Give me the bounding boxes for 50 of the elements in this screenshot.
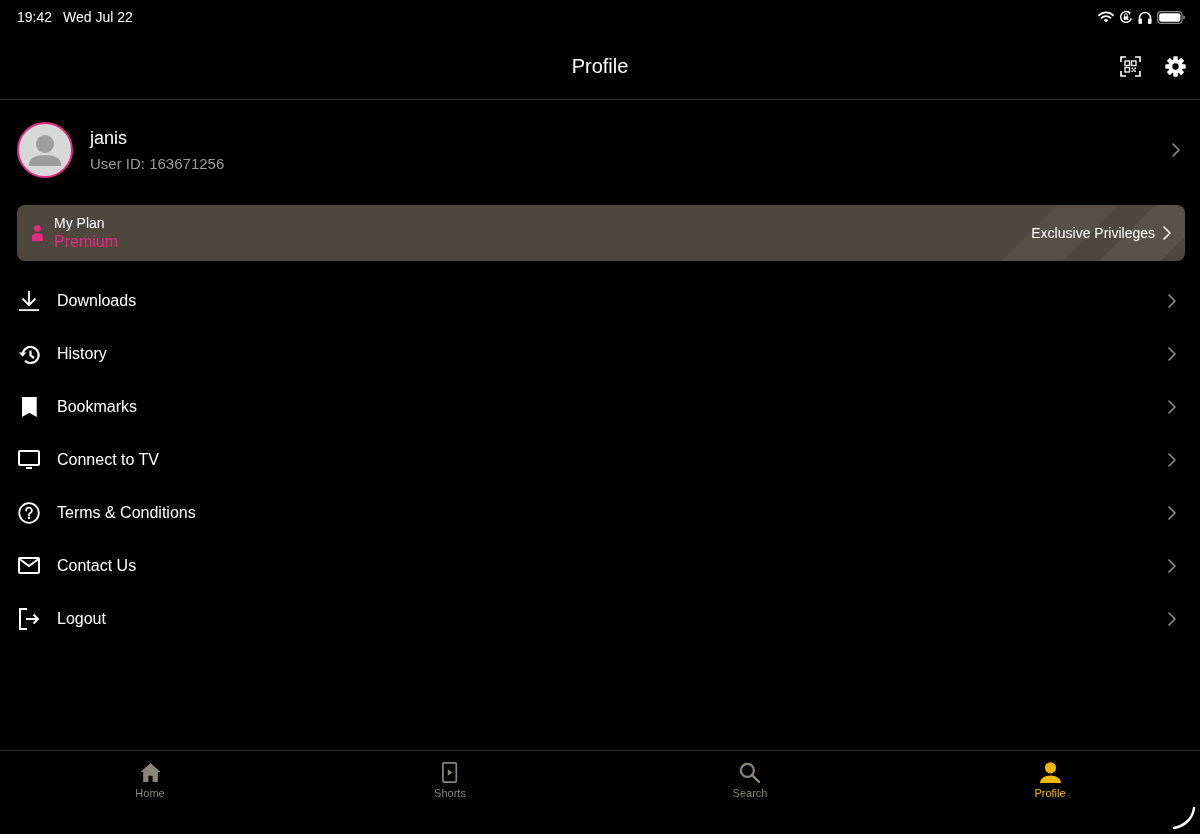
headphones-icon [1138,10,1152,24]
chevron-icon [1168,611,1176,626]
search-icon [739,761,761,783]
menu-item[interactable]: Logout [0,592,1200,645]
tab[interactable]: Shorts [430,751,470,802]
wifi-icon [1098,11,1114,23]
status-time: 19:42 [17,9,53,25]
qr-code-icon [1120,56,1141,77]
tab[interactable]: Home [131,751,169,802]
chevron-icon [1172,143,1180,157]
chevron-icon [1168,558,1176,573]
bookmark-icon [20,395,38,418]
status-date: Wed Jul 22 [63,9,133,25]
plan-card[interactable]: My Plan Premium Exclusive Privileges [17,205,1185,261]
menu-item[interactable]: Bookmarks [0,380,1200,433]
menu-item[interactable]: Terms & Conditions [0,486,1200,539]
user-name: janis [90,128,129,149]
logout-icon [18,607,40,630]
chevron-icon [1168,293,1176,308]
tab[interactable]: Search [728,751,772,802]
plan-name: Premium [54,233,118,251]
battery-icon [1157,10,1185,24]
user-id: User ID: 163671256 [90,155,226,172]
tv-icon [18,450,40,469]
settings-button[interactable] [1165,56,1186,77]
rotation-lock-icon [1119,10,1133,24]
chevron-icon [1163,226,1171,240]
menu-item[interactable]: Downloads [0,274,1200,327]
settings-icon [1165,56,1186,77]
download-icon [18,289,40,312]
chevron-icon [1168,399,1176,414]
qr-scan-button[interactable] [1120,56,1141,77]
menu-item[interactable]: Contact Us [0,539,1200,592]
play-box-icon [442,761,458,783]
screen-title: Profile [571,55,629,78]
menu-item[interactable]: History [0,327,1200,380]
tab[interactable]: Profile [1030,751,1070,802]
plan-label: My Plan [54,215,105,231]
person-icon [1039,761,1061,783]
home-icon [139,762,161,782]
avatar-icon [17,122,73,178]
chevron-icon [1168,346,1176,361]
chevron-icon [1168,452,1176,467]
person-icon [32,225,43,241]
menu-item[interactable]: Connect to TV [0,433,1200,486]
corner-arc-icon [1172,806,1196,830]
mail-icon [18,557,40,574]
chevron-icon [1168,505,1176,520]
help-icon [18,501,40,524]
exclusive-privileges-link[interactable]: Exclusive Privileges [1031,225,1171,241]
